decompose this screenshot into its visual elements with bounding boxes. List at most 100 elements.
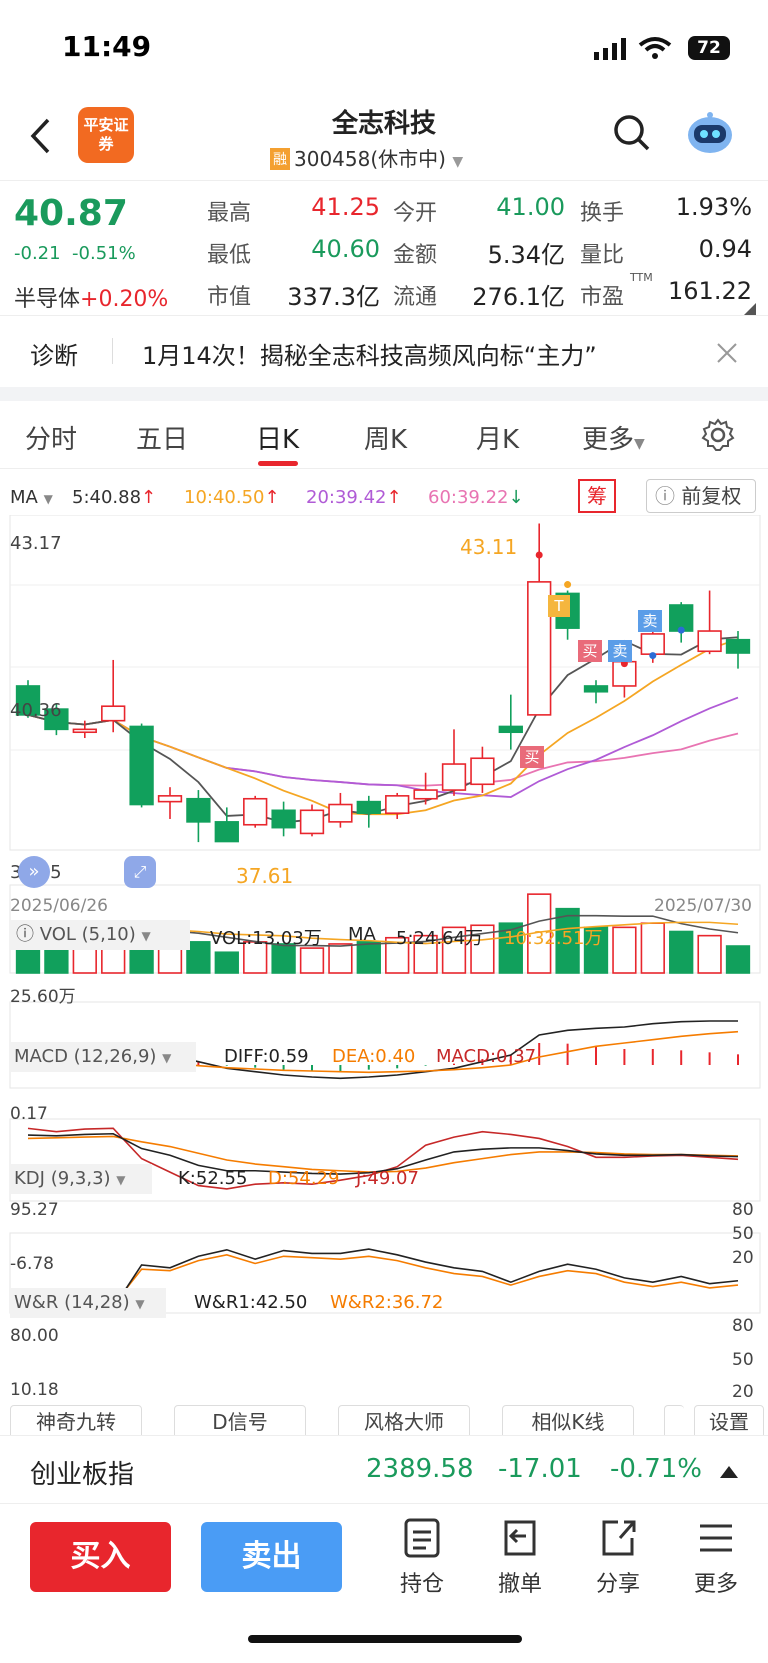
diagnosis-text[interactable]: 1月14次！揭秘全志科技高频风向标“主力”: [142, 336, 597, 371]
market-cap-value: 337.3亿: [287, 283, 380, 311]
wr-level-20: 20: [732, 1382, 754, 1402]
float-cap-value: 276.1亿: [472, 283, 565, 311]
candle-body: [72, 728, 97, 734]
ma-selector[interactable]: MA ▼: [10, 487, 53, 508]
candle-body: [243, 797, 268, 826]
buy-signal-tag[interactable]: 买: [520, 746, 544, 768]
candle-body: [725, 638, 751, 654]
share-button[interactable]: 分享: [586, 1516, 650, 1598]
trough-price-label: 37.61: [236, 864, 294, 888]
fullscreen-icon[interactable]: ⤢: [124, 856, 156, 888]
buy-signal-tag[interactable]: 买: [578, 640, 602, 662]
kdj-level-50: 50: [732, 1224, 754, 1244]
index-ticker[interactable]: 创业板指 2389.58 -17.01 -0.71%: [0, 1435, 768, 1503]
chip-nine-turns[interactable]: 神奇九转: [10, 1405, 142, 1439]
kline-y-max: 43.17: [10, 533, 62, 554]
menu-icon: [700, 1524, 732, 1552]
info-icon: ⓘ: [655, 484, 675, 508]
corner-expand-icon[interactable]: [744, 303, 756, 315]
ma60-value: 60:39.22↓: [428, 487, 524, 508]
macd-axis-label: 0.17: [10, 1104, 48, 1124]
vol-ma-label: MA: [348, 924, 376, 945]
kdj-axis-bottom: -6.78: [10, 1254, 54, 1274]
float-cap-label: 流通: [393, 285, 438, 310]
volume-bar: [669, 930, 694, 974]
vol-ma5: 5:24.64万: [396, 928, 484, 949]
ma10-value: 10:40.50↑: [184, 487, 280, 508]
candle-body: [385, 795, 410, 814]
tab-more[interactable]: 更多▼: [582, 419, 645, 456]
settings-gear-icon[interactable]: [700, 417, 736, 453]
cancel-label: 撤单: [497, 1572, 542, 1597]
tab-intraday[interactable]: 分时: [25, 419, 77, 456]
wr-level-80: 80: [732, 1316, 754, 1336]
open-value: 41.00: [496, 193, 565, 221]
t-signal-tag[interactable]: T: [548, 595, 570, 617]
vol-indicator-selector[interactable]: ⓘ VOL (5,10) ▼: [10, 920, 190, 950]
kdj-level-80: 80: [732, 1200, 754, 1220]
hold-label: 持仓: [399, 1572, 444, 1597]
wr-level-50: 50: [732, 1350, 754, 1370]
tab-daily-k[interactable]: 日K: [256, 419, 299, 456]
candle-body: [214, 821, 239, 843]
kline-chart-area[interactable]: [0, 515, 768, 1405]
chip-settings[interactable]: 设置: [694, 1405, 764, 1439]
high-value: 41.25: [311, 193, 380, 221]
close-icon[interactable]: [716, 342, 738, 364]
tab-weekly-k[interactable]: 周K: [364, 419, 407, 456]
stock-code[interactable]: 融 300458(休市中) ▼: [270, 143, 463, 172]
kdj-indicator-selector[interactable]: KDJ (9,3,3) ▼: [10, 1164, 152, 1194]
status-time: 11:49: [62, 30, 152, 63]
action-bar: 买入 卖出 持仓 撤单 分享 更多: [0, 1503, 768, 1613]
date-start: 2025/06/26: [10, 896, 108, 916]
diagnosis-bar[interactable]: 诊断 1月14次！揭秘全志科技高频风向标“主力”: [0, 315, 768, 387]
macd-diff: DIFF:0.59: [224, 1046, 309, 1067]
sector-change[interactable]: 半导体+0.20%: [14, 281, 168, 313]
holding-list-icon: [404, 1518, 440, 1558]
open-label: 今开: [393, 201, 438, 226]
volume-bar: [214, 951, 239, 974]
sell-signal-tag[interactable]: 卖: [638, 610, 662, 632]
more-button[interactable]: 更多: [684, 1516, 748, 1598]
sell-signal-tag[interactable]: 卖: [608, 640, 632, 662]
sell-button[interactable]: 卖出: [201, 1522, 342, 1592]
kdj-d: D:54.29: [268, 1168, 340, 1189]
cancel-order-button[interactable]: 撤单: [488, 1516, 552, 1598]
amount-value: 5.34亿: [487, 241, 565, 269]
pe-label: 市盈: [580, 285, 625, 310]
active-tab-indicator: [258, 461, 298, 466]
kline-y-mid: 40.36: [10, 700, 62, 721]
volume-bar: [725, 945, 751, 974]
search-icon[interactable]: [612, 113, 652, 153]
signal-dot: [564, 581, 572, 589]
margin-badge: 融: [270, 148, 290, 170]
cancel-order-icon: [504, 1520, 536, 1556]
buy-button[interactable]: 买入: [30, 1522, 171, 1592]
wr-indicator-selector[interactable]: W&R (14,28) ▼: [10, 1288, 166, 1318]
diagnosis-label: 诊断: [30, 342, 78, 370]
volume-bar: [157, 947, 183, 974]
volume-ratio-value: 0.94: [698, 235, 752, 263]
chip-partial[interactable]: [664, 1405, 684, 1439]
status-bar: 11:49 72: [0, 0, 768, 95]
chip-style-master[interactable]: 风格大师: [338, 1405, 470, 1439]
tab-monthly-k[interactable]: 月K: [476, 419, 519, 456]
candle-body: [186, 797, 211, 823]
chip-d-signal[interactable]: D信号: [174, 1405, 306, 1439]
chip-distribution-button[interactable]: 筹: [578, 479, 616, 513]
hold-button[interactable]: 持仓: [390, 1516, 454, 1598]
signal-dot: [649, 652, 657, 660]
expand-up-icon[interactable]: [720, 1464, 738, 1478]
macd-indicator-selector[interactable]: MACD (12,26,9) ▼: [10, 1042, 196, 1072]
share-label: 分享: [595, 1572, 640, 1597]
collapse-left-icon[interactable]: »: [18, 856, 50, 888]
chip-similar-k[interactable]: 相似K线: [502, 1405, 634, 1439]
candle-body: [129, 725, 154, 806]
kdj-level-20: 20: [732, 1248, 754, 1268]
candle-body: [299, 809, 325, 835]
pe-value: 161.22: [668, 277, 752, 305]
robot-assistant-icon[interactable]: [684, 107, 736, 159]
candle-body: [640, 633, 665, 655]
tab-five-day[interactable]: 五日: [136, 419, 188, 456]
adjust-mode-button[interactable]: ⓘ 前复权: [646, 479, 756, 513]
